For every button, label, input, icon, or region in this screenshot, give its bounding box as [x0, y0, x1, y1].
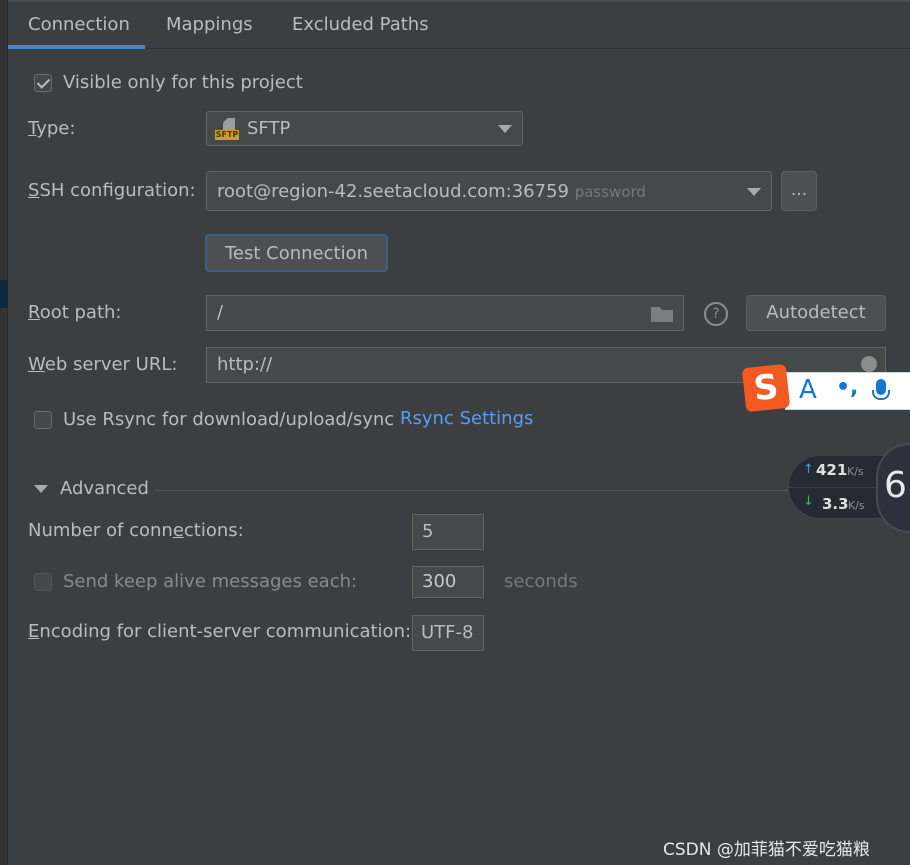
gauge-value: 6	[884, 465, 907, 506]
ssh-auth-type: password	[574, 183, 646, 201]
visible-only-label: Visible only for this project	[63, 72, 303, 93]
root-path-value: /	[217, 302, 224, 323]
chevron-down-icon	[747, 188, 761, 196]
sftp-icon: SFTP	[215, 118, 241, 142]
type-label-mnemonic: T	[28, 118, 37, 139]
left-selection-marker	[0, 280, 8, 308]
ime-punctuation-toggle[interactable]: •,	[836, 375, 858, 400]
microphone-icon-base	[872, 390, 890, 400]
type-value: SFTP	[247, 118, 291, 139]
advanced-divider	[155, 490, 795, 491]
ime-toolbar: A •,	[785, 372, 910, 410]
keepalive-unit: seconds	[504, 571, 578, 592]
visible-only-checkbox[interactable]	[34, 74, 52, 92]
left-strip	[0, 0, 8, 865]
web-url-label: Web server URL:	[28, 354, 177, 375]
keepalive-checkbox[interactable]	[34, 573, 52, 591]
root-label-mnemonic: R	[28, 302, 40, 323]
chevron-down-icon	[498, 125, 512, 133]
encoding-label-rest: ncoding for client-server communication:	[39, 621, 412, 642]
expand-triangle-icon[interactable]	[34, 485, 48, 493]
tab-bar: Connection Mappings Excluded Paths	[8, 2, 910, 49]
encoding-label-mnemonic: E	[28, 621, 40, 642]
ssh-host: root@region-42.seetacloud.com:36759	[217, 181, 569, 202]
root-path-input[interactable]: /	[206, 295, 684, 331]
download-arrow-icon: ↓	[803, 494, 814, 509]
active-tab-indicator	[8, 45, 145, 49]
rsync-checkbox[interactable]	[34, 411, 52, 429]
tab-mappings[interactable]: Mappings	[166, 14, 253, 35]
web-label-mnemonic: W	[28, 354, 45, 375]
connections-label-mnemonic: e	[172, 520, 184, 541]
ssh-label-rest: SH configuration:	[39, 180, 196, 201]
upload-speed: 421	[816, 461, 848, 479]
keepalive-value: 300	[422, 571, 457, 592]
download-unit: K/s	[848, 499, 865, 512]
sogou-logo[interactable]: S	[741, 363, 791, 413]
folder-icon[interactable]	[651, 307, 673, 322]
tab-connection[interactable]: Connection	[28, 14, 130, 35]
root-path-label: Root path:	[28, 302, 122, 323]
web-label-rest: eb server URL:	[44, 354, 178, 375]
globe-icon[interactable]	[861, 356, 877, 372]
rsync-label: Use Rsync for download/upload/sync	[63, 409, 395, 430]
tab-excluded-paths[interactable]: Excluded Paths	[292, 14, 429, 35]
keepalive-label: Send keep alive messages each:	[63, 571, 358, 592]
encoding-value: UTF-8	[421, 622, 474, 643]
root-label-rest: oot path:	[39, 302, 122, 323]
type-label-rest: ype:	[36, 118, 76, 139]
test-connection-button[interactable]: Test Connection	[205, 234, 388, 272]
type-dropdown[interactable]: SFTP SFTP	[206, 111, 523, 146]
encoding-input[interactable]: UTF-8	[412, 615, 484, 651]
connections-label-a: Number of conn	[28, 520, 173, 541]
ssh-config-value: root@region-42.seetacloud.com:36759 pass…	[217, 181, 646, 202]
encoding-label: Encoding for client-server communication…	[28, 621, 411, 642]
ime-mode-toggle[interactable]: A	[799, 375, 817, 405]
keepalive-input[interactable]: 300	[412, 566, 484, 598]
watermark: CSDN @加菲猫不爱吃猫粮	[663, 840, 870, 860]
connections-value: 5	[422, 521, 434, 542]
help-icon[interactable]: ?	[704, 302, 728, 326]
autodetect-button[interactable]: Autodetect	[746, 295, 886, 331]
advanced-section-title[interactable]: Advanced	[60, 478, 149, 499]
upload-arrow-icon: ↑	[803, 462, 814, 477]
meter-divider	[789, 487, 877, 488]
rsync-settings-link[interactable]: Rsync Settings	[400, 408, 533, 429]
connections-input[interactable]: 5	[412, 514, 484, 550]
ssh-label-mnemonic: S	[28, 180, 40, 201]
connections-label-b: ctions:	[183, 520, 244, 541]
upload-unit: K/s	[847, 465, 864, 478]
ssh-config-browse-button[interactable]: ...	[781, 171, 817, 211]
web-url-value: http://	[217, 354, 273, 375]
ssh-config-label: SSH configuration:	[28, 180, 196, 201]
download-speed: 3.3	[822, 495, 849, 513]
connections-label: Number of connections:	[28, 520, 244, 541]
ssh-config-dropdown[interactable]: root@region-42.seetacloud.com:36759 pass…	[206, 171, 772, 211]
type-label: Type:	[28, 118, 75, 139]
